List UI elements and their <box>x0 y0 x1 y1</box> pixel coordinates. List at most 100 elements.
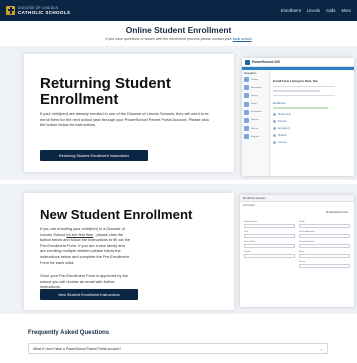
ps-nav-label: Forms <box>251 103 258 106</box>
ef-label: Email <box>299 251 305 253</box>
ef-label: Phone <box>299 261 306 263</box>
logo-text: DIOCESE OF LINCOLN CATHOLIC SCHOOLS <box>18 6 70 15</box>
ef-top: Enrollment Express <box>240 195 354 202</box>
ef-col-right: Grade School Attending Parent/Guardian E… <box>299 218 350 268</box>
faq-item[interactable]: What if I don't have a PowerSchool Paren… <box>28 343 328 354</box>
ps-nav-item: Balance <box>244 117 267 123</box>
ps-row: Medical <box>273 134 351 138</box>
returning-instructions-button[interactable]: Returning Student Enrollment Instruction… <box>40 150 148 161</box>
ef-label: School Attending <box>299 231 315 233</box>
new-description-2: Once your Pre-Enrollment Form is approve… <box>40 273 129 290</box>
ps-row-label: Emergency <box>278 127 291 131</box>
cross-icon <box>6 6 15 15</box>
ps-header: PowerSchool SIS <box>242 58 354 67</box>
ef-grid: Student Name Last Date of Birth Gender G… <box>240 214 354 268</box>
school-logo[interactable]: DIOCESE OF LINCOLN CATHOLIC SCHOOLS <box>6 6 70 15</box>
returning-title: Returning Student Enrollment <box>40 75 171 108</box>
ps-text-line <box>273 94 336 97</box>
ps-nav-label: Bulletin <box>251 127 259 130</box>
ps-row-label: Student Info <box>278 113 291 117</box>
ps-nav-item: Attendance <box>244 85 267 91</box>
enrollment-icon <box>244 109 249 115</box>
ps-nav-label: Attendance <box>251 86 263 89</box>
ps-row-label: Consent <box>278 141 287 145</box>
ef-input <box>244 244 295 248</box>
ps-nav-label: Register <box>251 135 260 138</box>
ef-head: Information <box>240 202 354 209</box>
register-icon <box>244 134 249 140</box>
ps-sidebar: Navigation Grades Attendance History For… <box>242 70 270 176</box>
balance-icon <box>244 117 249 123</box>
ps-nav-item: Forms <box>244 101 267 107</box>
ef-input <box>244 254 295 258</box>
ps-main: Enroll Form Listing for Deni, Stu Enroll… <box>270 70 354 176</box>
ef-breadcrumb: Information <box>243 204 255 207</box>
ef-input <box>244 224 295 228</box>
ef-input <box>299 254 350 258</box>
ps-text-line <box>273 90 320 92</box>
ef-input <box>299 234 350 238</box>
ef-label: Gender <box>244 251 251 253</box>
logo-line-2: CATHOLIC SCHOOLS <box>18 9 71 15</box>
bullet-icon <box>273 141 276 145</box>
ps-row: Student Info <box>273 113 351 117</box>
nav-item-calls[interactable]: Calls <box>326 8 335 13</box>
ps-row: Consent <box>273 141 351 145</box>
nav-item-enrollment[interactable]: Enrollment <box>281 8 301 13</box>
powerschool-screenshot: PowerSchool SIS Navigation Grades Attend… <box>242 58 354 176</box>
bullet-icon <box>273 120 276 124</box>
new-text-underlined: for the first time <box>66 231 94 237</box>
chevron-down-icon: ⌄ <box>319 346 323 351</box>
ef-app-name: Enrollment Express <box>243 196 266 200</box>
attendance-icon <box>244 85 249 91</box>
top-nav-bar: DIOCESE OF LINCOLN CATHOLIC SCHOOLS Enro… <box>0 0 357 21</box>
faq-question: What if I don't have a PowerSchool Paren… <box>33 346 122 351</box>
ps-nav-item: Enrollment <box>244 109 267 115</box>
ps-section-title: Enrollment <box>273 102 286 106</box>
new-description: If you are enrolling your child(ren) in … <box>40 226 130 265</box>
local-school-link[interactable]: local school <box>233 37 252 41</box>
ps-text-line <box>273 86 336 88</box>
new-title: New Student Enrollment <box>40 207 193 222</box>
ps-nav-label: Enrollment <box>251 111 262 114</box>
faq-title: Frequently Asked Questions <box>28 330 110 336</box>
powerschool-logo-icon <box>245 59 250 65</box>
main-nav: Enrollment Lincoln Calls More <box>281 8 351 13</box>
ps-row-label: Parents <box>278 120 287 124</box>
ps-section-bar <box>273 107 328 110</box>
page-subtitle: If you have questions or issues with the… <box>0 37 357 41</box>
ef-label: Date of Birth <box>244 241 256 243</box>
ps-row: Parents <box>273 120 351 124</box>
ef-input <box>299 244 350 248</box>
ps-nav-item: Grades <box>244 77 267 82</box>
ps-body: Navigation Grades Attendance History For… <box>242 70 354 176</box>
new-instructions-button[interactable]: New Student Enrollment Instructions <box>40 289 138 300</box>
ps-nav-label: History <box>251 94 258 97</box>
returning-description: If your child(ren) are already enrolled … <box>40 111 210 128</box>
grades-icon <box>244 77 249 82</box>
ef-input <box>299 264 350 268</box>
ps-row: Emergency <box>273 127 351 131</box>
subtitle-text: If you have questions or issues with the… <box>105 37 232 41</box>
ef-label: Last <box>244 231 248 233</box>
returning-enrollment-card: Returning Student Enrollment If your chi… <box>24 54 234 172</box>
forms-icon <box>244 101 249 107</box>
enrollment-form-screenshot: Enrollment Express Information Pre-Enrol… <box>240 195 354 307</box>
ef-label: Grade <box>299 221 305 223</box>
ps-nav-item: Register <box>244 134 267 140</box>
ps-row-label: Medical <box>278 134 287 138</box>
bulletin-icon <box>244 126 249 132</box>
ps-nav-label: Balance <box>251 119 259 122</box>
ef-input <box>244 234 295 238</box>
nav-item-more[interactable]: More <box>341 8 351 13</box>
ef-label: Student Name <box>244 221 258 223</box>
ps-form-title: Enroll Form Listing for Deni, Stu <box>273 79 318 83</box>
ef-label: Parent/Guardian <box>299 241 315 243</box>
nav-item-lincoln[interactable]: Lincoln <box>307 8 320 13</box>
ps-app-name: PowerSchool SIS <box>252 60 280 64</box>
ps-nav-label: Grades <box>251 78 259 81</box>
bullet-icon <box>273 127 276 131</box>
page-title: Online Student Enrollment <box>125 25 232 35</box>
new-enrollment-card: New Student Enrollment If you are enroll… <box>24 193 234 310</box>
new-text-b: , please click the button below and foll… <box>40 231 130 265</box>
